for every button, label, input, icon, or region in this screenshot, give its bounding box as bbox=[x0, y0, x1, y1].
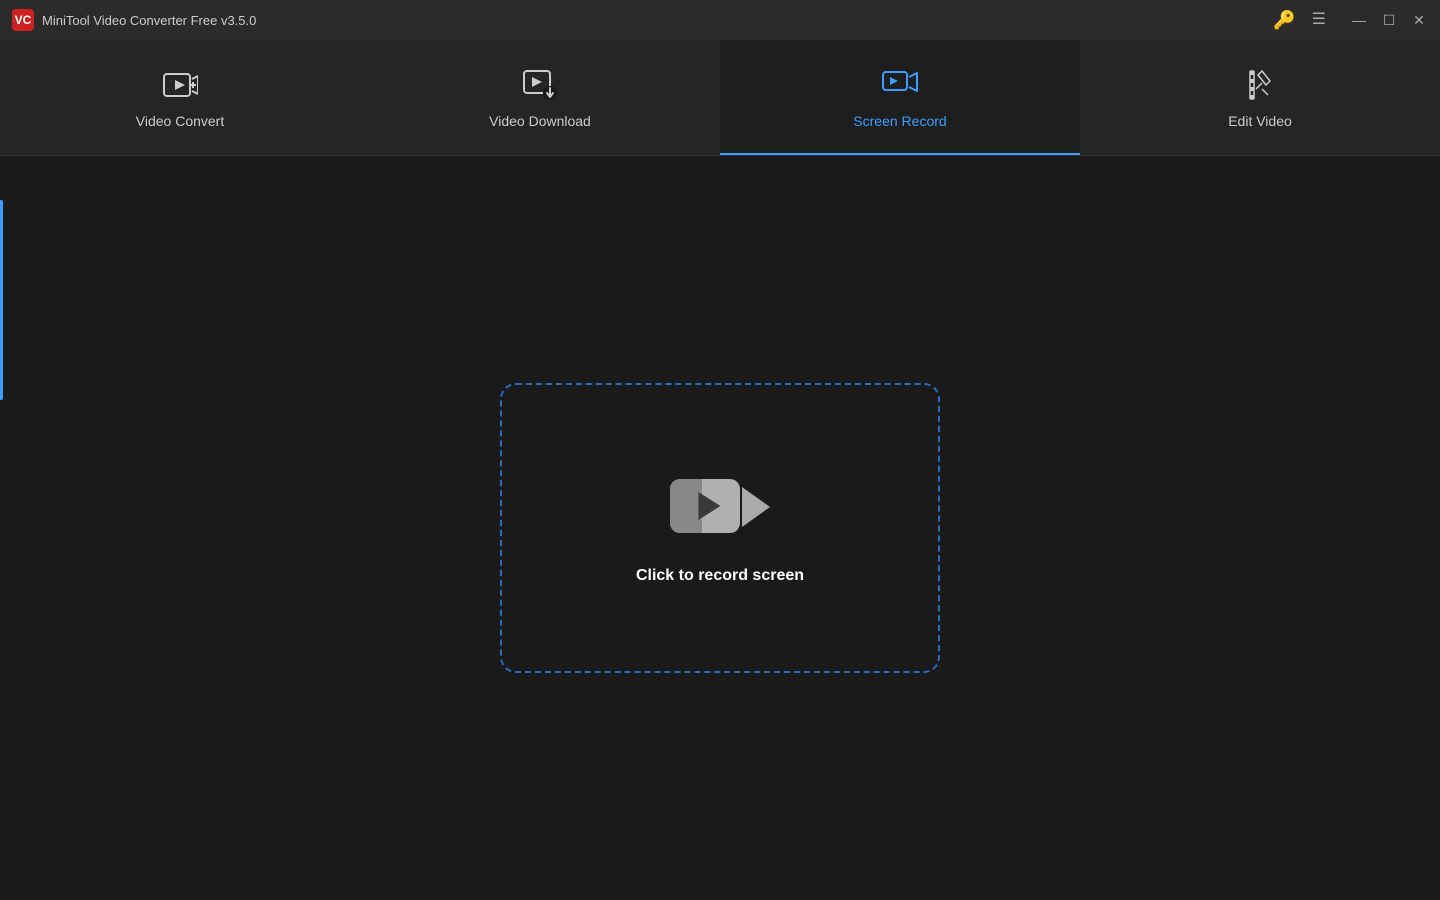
video-convert-icon bbox=[162, 67, 198, 103]
video-download-icon bbox=[522, 67, 558, 103]
window-controls: — ☐ ✕ bbox=[1350, 11, 1428, 29]
tab-screen-record-label: Screen Record bbox=[853, 113, 946, 129]
left-accent-bar bbox=[0, 200, 3, 400]
tab-video-convert-label: Video Convert bbox=[136, 113, 224, 129]
tab-edit-video-label: Edit Video bbox=[1228, 113, 1292, 129]
tab-video-download[interactable]: Video Download bbox=[360, 40, 720, 155]
title-bar-controls: 🔑 ☰ — ☐ ✕ bbox=[1273, 11, 1428, 29]
nav-tabs: Video Convert Video Download Screen Reco… bbox=[0, 40, 1440, 156]
key-icon[interactable]: 🔑 bbox=[1273, 11, 1295, 29]
maximize-button[interactable]: ☐ bbox=[1380, 11, 1398, 29]
minimize-button[interactable]: — bbox=[1350, 11, 1368, 29]
title-bar: VC MiniTool Video Converter Free v3.5.0 … bbox=[0, 0, 1440, 40]
tab-video-convert[interactable]: Video Convert bbox=[0, 40, 360, 155]
edit-video-icon bbox=[1242, 67, 1278, 103]
record-prompt-text: Click to record screen bbox=[636, 567, 804, 585]
tab-edit-video[interactable]: Edit Video bbox=[1080, 40, 1440, 155]
app-logo: VC bbox=[12, 9, 34, 31]
tab-video-download-label: Video Download bbox=[489, 113, 591, 129]
app-title: MiniTool Video Converter Free v3.5.0 bbox=[42, 13, 256, 28]
main-content: Click to record screen bbox=[0, 156, 1440, 900]
tab-screen-record[interactable]: Screen Record bbox=[720, 40, 1080, 155]
close-button[interactable]: ✕ bbox=[1410, 11, 1428, 29]
menu-icon[interactable]: ☰ bbox=[1312, 12, 1326, 28]
record-area[interactable]: Click to record screen bbox=[500, 383, 940, 673]
screen-record-icon bbox=[882, 67, 918, 103]
title-bar-left: VC MiniTool Video Converter Free v3.5.0 bbox=[12, 9, 256, 31]
record-camera-icon bbox=[670, 471, 770, 543]
